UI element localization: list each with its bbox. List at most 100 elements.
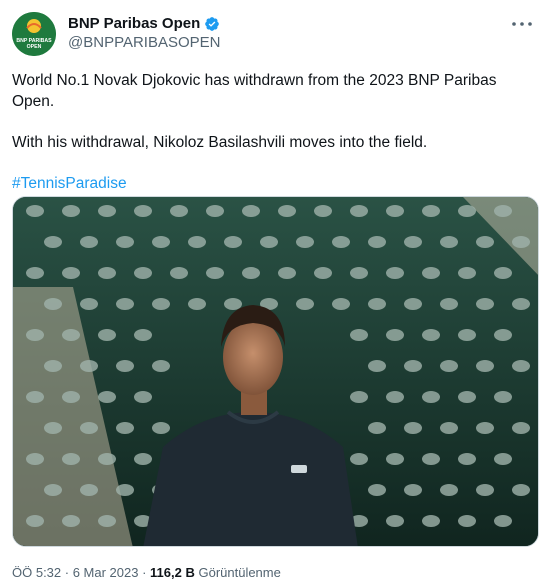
seat	[512, 484, 530, 496]
seat	[458, 515, 476, 527]
seat	[62, 267, 80, 279]
seat	[476, 360, 494, 372]
seat	[98, 515, 116, 527]
seat	[368, 298, 386, 310]
seat	[26, 267, 44, 279]
seat	[440, 298, 458, 310]
tweet-date[interactable]: 6 Mar 2023	[73, 565, 139, 580]
seat	[278, 205, 296, 217]
seat	[404, 484, 422, 496]
tweet-time[interactable]: ÖÖ 5:32	[12, 565, 61, 580]
seat	[152, 236, 170, 248]
seat	[332, 298, 350, 310]
more-dots-icon[interactable]	[511, 16, 533, 34]
seat	[44, 236, 62, 248]
seat	[80, 236, 98, 248]
seat	[26, 329, 44, 341]
seat	[98, 329, 116, 341]
seat	[224, 298, 242, 310]
seat	[62, 515, 80, 527]
seat	[62, 453, 80, 465]
seat	[26, 391, 44, 403]
seat	[476, 236, 494, 248]
seat	[440, 422, 458, 434]
tweet-footer: ÖÖ 5:32 · 6 Mar 2023 · 116,2 B Görüntüle…	[12, 565, 281, 580]
seat	[242, 267, 260, 279]
seat	[98, 205, 116, 217]
seat	[44, 298, 62, 310]
seat	[314, 205, 332, 217]
seat	[62, 329, 80, 341]
seat	[116, 360, 134, 372]
seat	[350, 453, 368, 465]
hashtag-link[interactable]: #TennisParadise	[12, 173, 533, 194]
seat	[386, 453, 404, 465]
display-name[interactable]: BNP Paribas Open	[68, 15, 200, 32]
seat	[134, 267, 152, 279]
seat	[404, 422, 422, 434]
seat	[458, 453, 476, 465]
seat	[368, 422, 386, 434]
seat	[350, 329, 368, 341]
seat	[368, 360, 386, 372]
seat	[62, 391, 80, 403]
seat	[134, 329, 152, 341]
seat	[458, 391, 476, 403]
seat	[296, 236, 314, 248]
seat	[512, 298, 530, 310]
seat	[476, 484, 494, 496]
seat	[422, 391, 440, 403]
seat	[188, 298, 206, 310]
seat	[404, 360, 422, 372]
seat	[278, 267, 296, 279]
seat	[350, 391, 368, 403]
seat	[98, 453, 116, 465]
seat	[404, 298, 422, 310]
seat	[458, 329, 476, 341]
seat	[386, 515, 404, 527]
handle[interactable]: @BNPPARIBASOPEN	[68, 34, 221, 51]
seat	[170, 205, 188, 217]
bnp-logo-icon: BNP PARIBAS OPEN	[12, 12, 56, 56]
seat	[494, 329, 512, 341]
seat	[458, 267, 476, 279]
seat	[44, 484, 62, 496]
tweet-paragraph-1: World No.1 Novak Djokovic has withdrawn …	[12, 72, 497, 110]
views-label: Görüntülenme	[194, 565, 281, 580]
tweet-text: World No.1 Novak Djokovic has withdrawn …	[12, 70, 533, 194]
seat	[494, 391, 512, 403]
seat	[440, 484, 458, 496]
seat	[116, 422, 134, 434]
seat	[422, 515, 440, 527]
seat	[134, 391, 152, 403]
verified-badge-icon[interactable]	[204, 16, 220, 32]
seat	[494, 453, 512, 465]
seat	[152, 298, 170, 310]
seat	[80, 484, 98, 496]
seat	[494, 267, 512, 279]
seat	[440, 360, 458, 372]
seat	[386, 205, 404, 217]
seat	[512, 360, 530, 372]
seat	[476, 298, 494, 310]
seat	[458, 205, 476, 217]
seat	[206, 267, 224, 279]
tweet-header: BNP PARIBAS OPEN BNP Paribas Open @BNPPA…	[12, 12, 539, 60]
seat	[332, 236, 350, 248]
seat	[512, 236, 530, 248]
tweet-photo[interactable]	[12, 196, 539, 547]
seat	[170, 267, 188, 279]
seat	[386, 329, 404, 341]
seat	[80, 422, 98, 434]
seat	[422, 267, 440, 279]
seat	[116, 484, 134, 496]
seat	[512, 422, 530, 434]
seat	[386, 391, 404, 403]
seat	[422, 329, 440, 341]
avatar-line-2: OPEN	[27, 44, 42, 50]
seat	[62, 205, 80, 217]
seat	[476, 422, 494, 434]
avatar[interactable]: BNP PARIBAS OPEN	[12, 12, 56, 56]
seat	[116, 298, 134, 310]
seat	[314, 267, 332, 279]
